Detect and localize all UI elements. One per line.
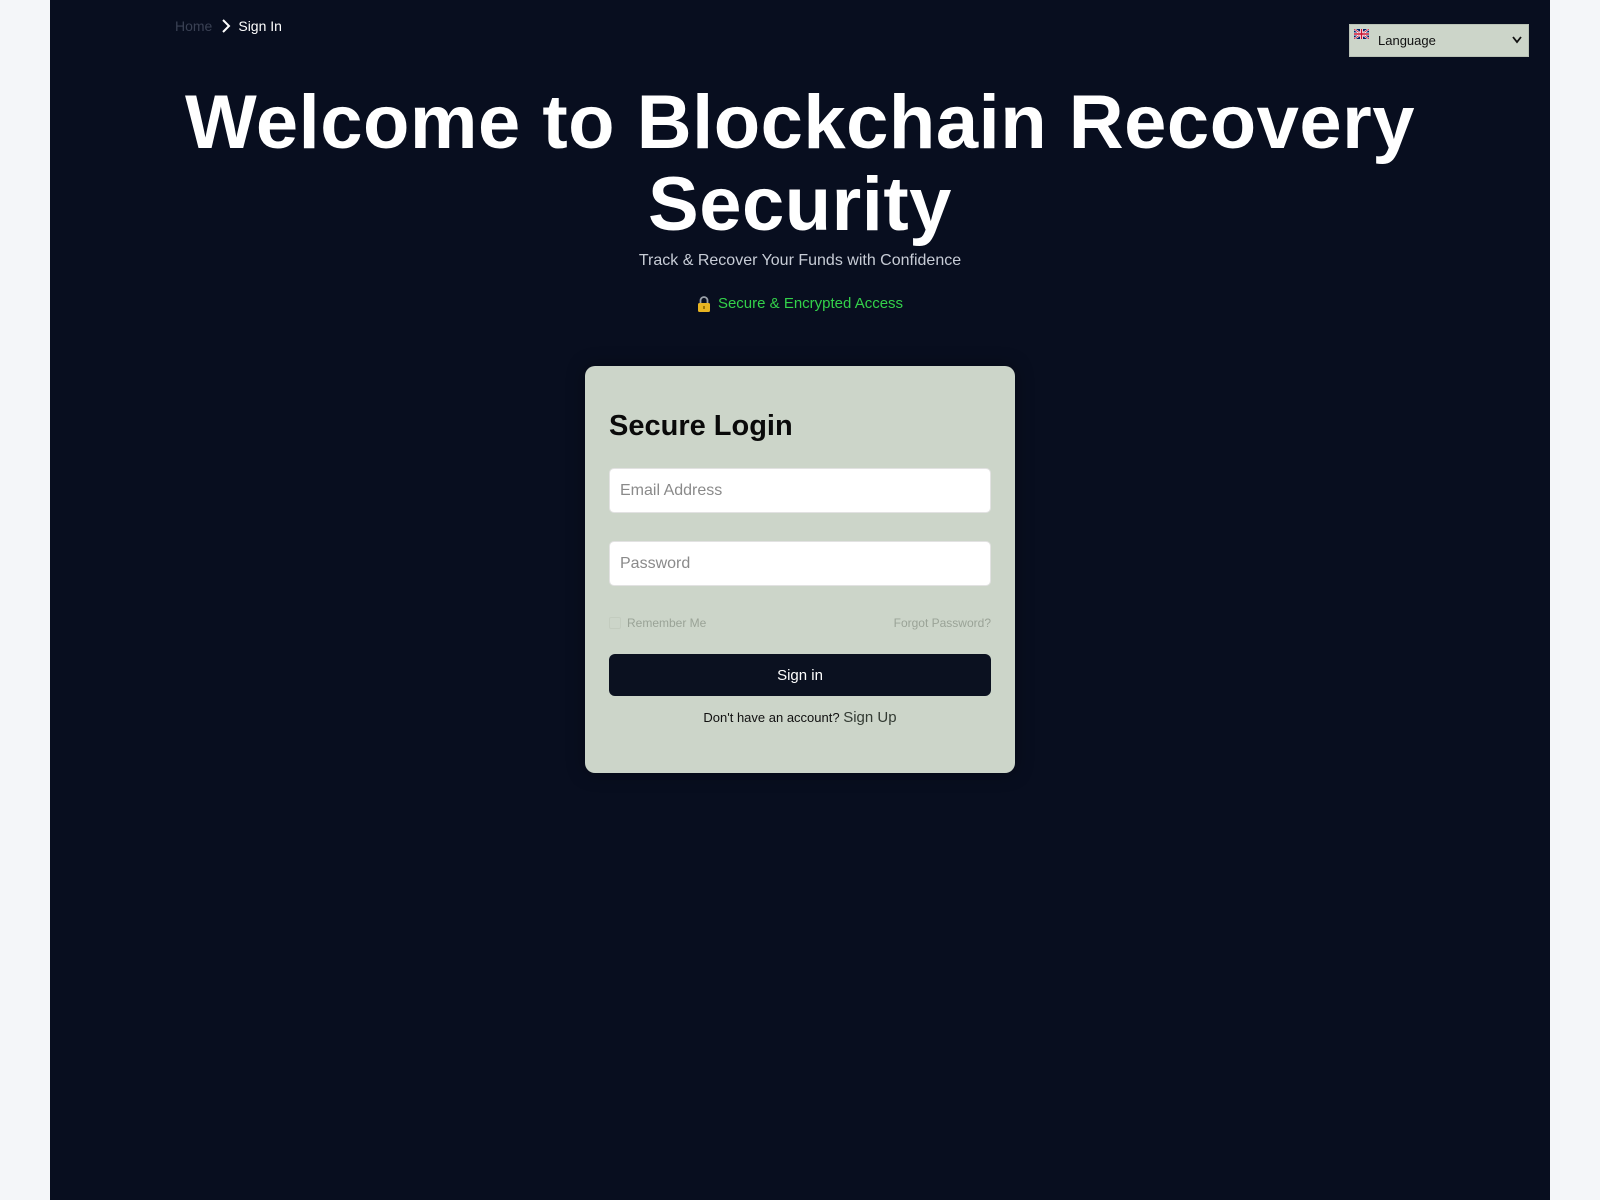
login-card: Secure Login Remember Me Forgot Password… <box>585 366 1015 773</box>
sign-up-link[interactable]: Sign Up <box>843 709 896 726</box>
uk-flag-icon <box>1354 29 1369 39</box>
lock-icon <box>697 295 710 312</box>
password-field[interactable] <box>609 541 991 586</box>
forgot-password-link[interactable]: Forgot Password? <box>894 616 991 630</box>
page-title: Welcome to Blockchain Recovery Security <box>184 80 1416 247</box>
signup-prompt: Don't have an account? Sign Up <box>585 709 1015 726</box>
remember-me-checkbox[interactable] <box>609 617 621 629</box>
chevron-down-icon <box>1512 36 1522 44</box>
signup-prompt-text: Don't have an account? <box>703 710 840 725</box>
breadcrumb-current: Sign In <box>238 18 282 34</box>
login-title: Secure Login <box>609 410 793 442</box>
email-field[interactable] <box>609 468 991 513</box>
login-page: Home Sign In Language Welcome to Blockch… <box>50 0 1550 1200</box>
breadcrumb-home-link[interactable]: Home <box>175 18 212 34</box>
remember-me-label: Remember Me <box>627 616 707 630</box>
page-subtitle: Track & Recover Your Funds with Confiden… <box>638 252 962 269</box>
secure-access-note: Secure & Encrypted Access <box>50 295 1550 312</box>
remember-me[interactable]: Remember Me <box>609 616 706 630</box>
language-select[interactable]: Language <box>1349 24 1529 57</box>
secure-access-label: Secure & Encrypted Access <box>717 295 904 312</box>
breadcrumb: Home Sign In <box>175 18 282 34</box>
language-select-value: Language <box>1378 33 1436 48</box>
chevron-right-icon <box>222 19 231 33</box>
sign-in-button[interactable]: Sign in <box>609 654 991 696</box>
